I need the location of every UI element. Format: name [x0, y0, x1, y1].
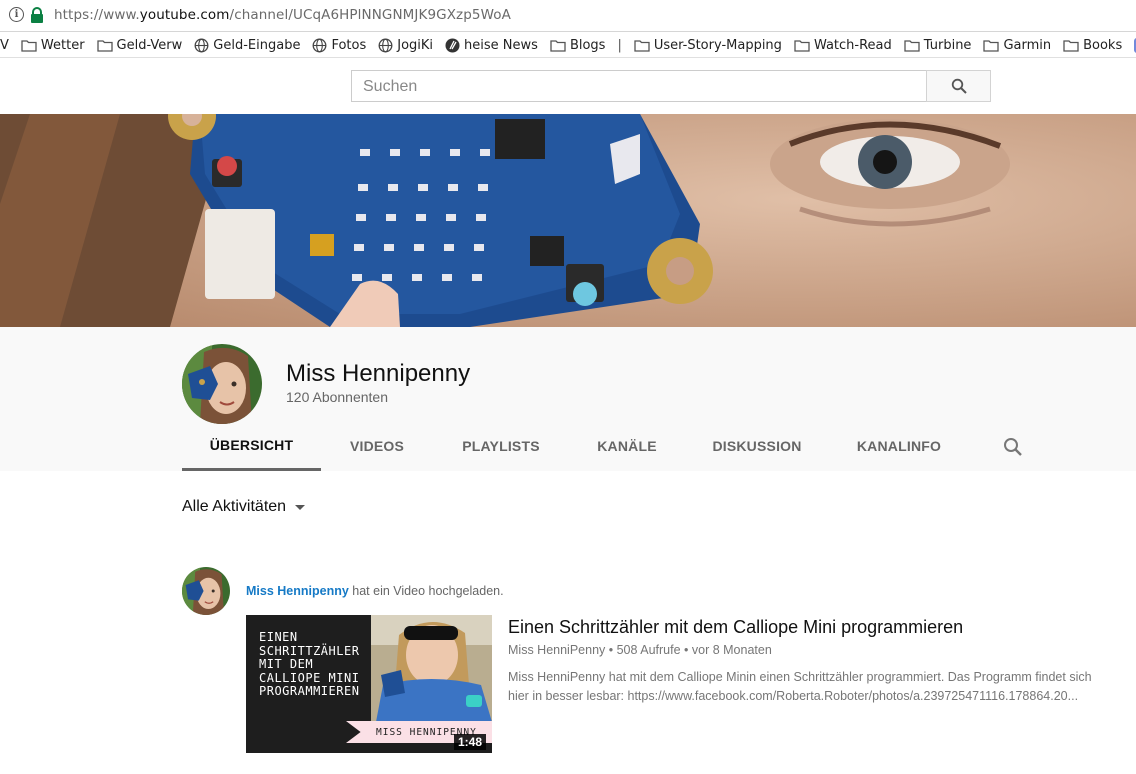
video-views: 508 Aufrufe [616, 643, 681, 657]
tab-videos[interactable]: VIDEOS [321, 421, 433, 471]
tab-channels[interactable]: KANÄLE [569, 421, 685, 471]
globe-icon [312, 38, 331, 53]
video-age: vor 8 Monaten [691, 643, 772, 657]
folder-icon [1063, 39, 1083, 52]
bookmark-label: Wetter [40, 37, 85, 53]
search-button[interactable] [926, 70, 991, 102]
bookmark-jogiki[interactable]: JogiKi [378, 38, 433, 53]
bookmark-label: heise News [464, 37, 538, 53]
bookmark-geld-eingabe[interactable]: Geld-Eingabe [194, 38, 300, 53]
bookmark-label: JogiKi [397, 37, 434, 53]
subscriber-count: 120 Abonnenten [286, 389, 388, 405]
bookmark-blogs[interactable]: Blogs [550, 37, 606, 53]
bookmark-label: Blogs [569, 37, 606, 53]
video-channel-link[interactable]: Miss HenniPenny [508, 643, 605, 657]
globe-icon [194, 38, 213, 53]
bookmark-label: Turbine [923, 37, 972, 53]
bookmark-heise-news[interactable]: heise News [445, 38, 538, 53]
bookmark-fotos[interactable]: Fotos [312, 38, 366, 53]
bookmark-label: Geld-Verw [116, 37, 183, 53]
bookmark-user-story-mapping[interactable]: User-Story-Mapping [634, 38, 782, 53]
url-text[interactable]: https://www.youtube.com/channel/UCqA6HPl… [54, 7, 511, 23]
folder-icon [983, 39, 1003, 52]
channel-name: Miss Hennipenny [286, 360, 471, 387]
post-author-link[interactable]: Miss Hennipenny [246, 584, 349, 598]
search-icon [951, 78, 967, 94]
bookmarks-bar: V Wetter Geld-Verw Geld-Eingabe Fotos JogiKi h… [0, 33, 1136, 58]
globe-icon [378, 38, 397, 53]
channel-banner [0, 114, 1136, 327]
bookmark-geld-verw[interactable]: Geld-Verw [96, 37, 183, 53]
lock-icon [31, 7, 43, 23]
bookmark-label: Books [1083, 37, 1123, 53]
info-icon[interactable]: i [9, 7, 24, 22]
folder-icon [634, 39, 654, 52]
folder-icon [550, 39, 570, 52]
bookmark-separator: | [617, 37, 622, 53]
video-duration: 1:48 [454, 734, 487, 750]
post-header: Miss Hennipenny hat ein Video hochgelade… [246, 584, 504, 598]
channel-header: Miss Hennipenny 120 Abonnenten ÜBERSICHT… [0, 327, 1136, 471]
youtube-header: Suchen [0, 59, 1136, 114]
post-action: hat ein Video hochgeladen. [352, 584, 504, 598]
bookmark-watch-read[interactable]: Watch-Read [794, 38, 892, 53]
bookmark-turbine[interactable]: Turbine [904, 37, 972, 53]
folder-icon [794, 39, 814, 52]
video-title-link[interactable]: Einen Schrittzähler mit dem Calliope Min… [508, 617, 963, 638]
video-thumbnail[interactable]: EINEN SCHRITTZÄHLER MIT DEM CALLIOPE MIN… [246, 615, 492, 753]
channel-search-icon[interactable] [1001, 435, 1025, 459]
video-description: Miss HenniPenny hat mit dem Calliope Min… [508, 670, 1092, 703]
search-input[interactable]: Suchen [351, 70, 927, 102]
bookmark-label: V [0, 37, 9, 53]
post-avatar[interactable] [182, 567, 230, 615]
channel-tabs: ÜBERSICHT VIDEOS PLAYLISTS KANÄLE DISKUS… [182, 421, 969, 471]
activity-filter-dropdown[interactable]: Alle Aktivitäten [182, 498, 306, 516]
bookmark-v[interactable]: V [0, 38, 9, 53]
video-meta: Miss HenniPenny • 508 Aufrufe • vor 8 Mo… [508, 643, 772, 657]
address-bar[interactable]: i https://www.youtube.com/channel/UCqA6H… [0, 0, 1136, 32]
activity-filter-label: Alle Aktivitäten [182, 498, 287, 515]
tab-about[interactable]: KANALINFO [829, 421, 969, 471]
bookmark-label: Garmin [1003, 37, 1052, 53]
heise-icon [445, 38, 464, 53]
bookmark-label: User-Story-Mapping [653, 37, 782, 53]
banner-image [0, 114, 1136, 327]
bookmark-label: Watch-Read [813, 37, 892, 53]
thumbnail-photo [371, 615, 492, 722]
channel-avatar[interactable] [182, 344, 262, 424]
folder-icon [21, 39, 41, 52]
bookmark-label: Geld-Eingabe [213, 37, 301, 53]
bookmark-books[interactable]: Books [1063, 38, 1122, 53]
tab-discussion[interactable]: DISKUSSION [685, 421, 829, 471]
bookmark-garmin[interactable]: Garmin [983, 38, 1051, 53]
bookmark-wetter[interactable]: Wetter [21, 38, 85, 53]
dropdown-arrow-icon [295, 504, 306, 510]
folder-icon [904, 39, 924, 52]
folder-icon [96, 39, 117, 52]
bookmark-label: Fotos [331, 37, 367, 53]
thumbnail-title-text: EINEN SCHRITTZÄHLER MIT DEM CALLIOPE MIN… [259, 630, 360, 698]
tab-playlists[interactable]: PLAYLISTS [433, 421, 569, 471]
tab-overview[interactable]: ÜBERSICHT [182, 421, 321, 471]
